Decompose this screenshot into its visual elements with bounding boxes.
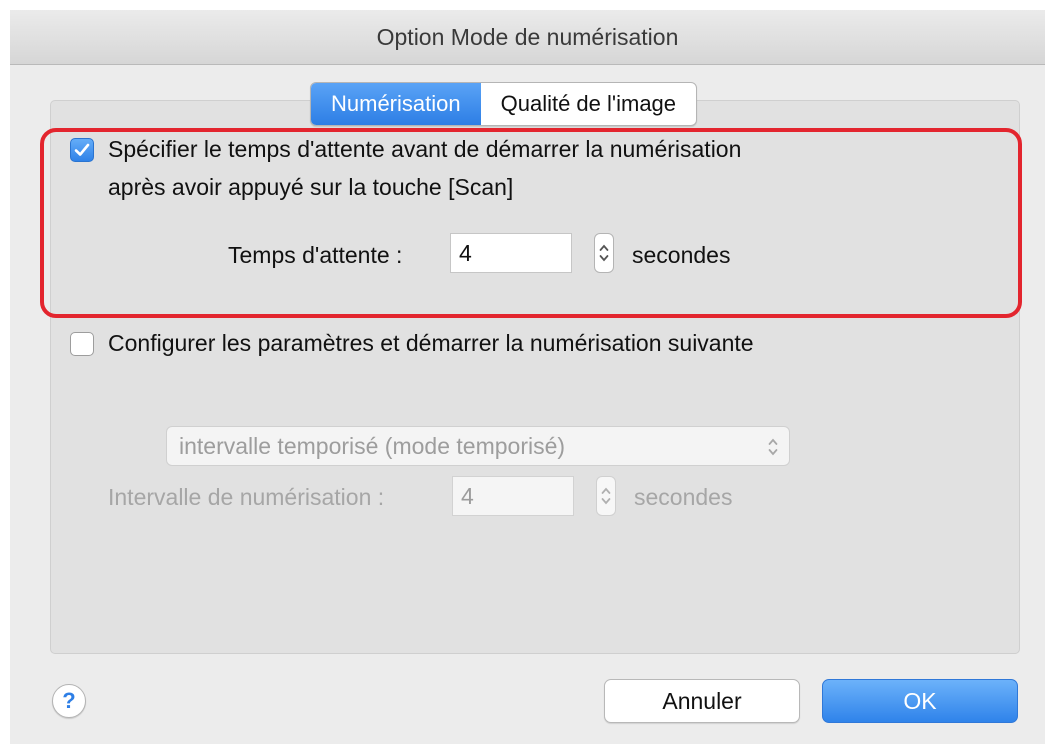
scan-interval-unit: secondes: [634, 484, 733, 510]
cancel-button[interactable]: Annuler: [604, 679, 800, 723]
dialog-window: Option Mode de numérisation Numérisation…: [10, 10, 1045, 744]
tab-numerisation[interactable]: Numérisation: [311, 83, 481, 125]
wait-time-stepper[interactable]: [594, 233, 614, 273]
checkmark-icon: [74, 143, 90, 156]
title-bar: Option Mode de numérisation: [10, 10, 1045, 65]
scan-interval-label: Intervalle de numérisation :: [108, 484, 385, 510]
scan-interval-input[interactable]: 4: [452, 476, 574, 516]
wait-time-checkbox[interactable]: [70, 138, 94, 162]
wait-time-label: Temps d'attente :: [228, 242, 403, 268]
continuous-scan-checkbox[interactable]: [70, 332, 94, 356]
continuous-option-label: Configurer les paramètres et démarrer la…: [108, 330, 754, 356]
help-button[interactable]: ?: [52, 684, 86, 718]
scan-interval-stepper[interactable]: [596, 476, 616, 516]
scan-mode-select-value: intervalle temporisé (mode temporisé): [179, 433, 566, 459]
ok-button[interactable]: OK: [822, 679, 1018, 723]
window-title: Option Mode de numérisation: [376, 24, 679, 50]
tab-qualite-image[interactable]: Qualité de l'image: [481, 83, 696, 125]
stepper-arrows-icon: [599, 244, 609, 262]
wait-option-label-line1: Spécifier le temps d'attente avant de dé…: [108, 136, 742, 162]
select-arrows-icon: [768, 438, 778, 456]
stepper-arrows-icon: [601, 487, 611, 505]
wait-time-input[interactable]: 4: [450, 233, 572, 273]
tab-bar: Numérisation Qualité de l'image: [310, 82, 698, 126]
wait-time-unit: secondes: [632, 242, 731, 268]
scan-mode-select[interactable]: intervalle temporisé (mode temporisé): [166, 426, 790, 466]
wait-option-label-line2: après avoir appuyé sur la touche [Scan]: [108, 174, 514, 200]
